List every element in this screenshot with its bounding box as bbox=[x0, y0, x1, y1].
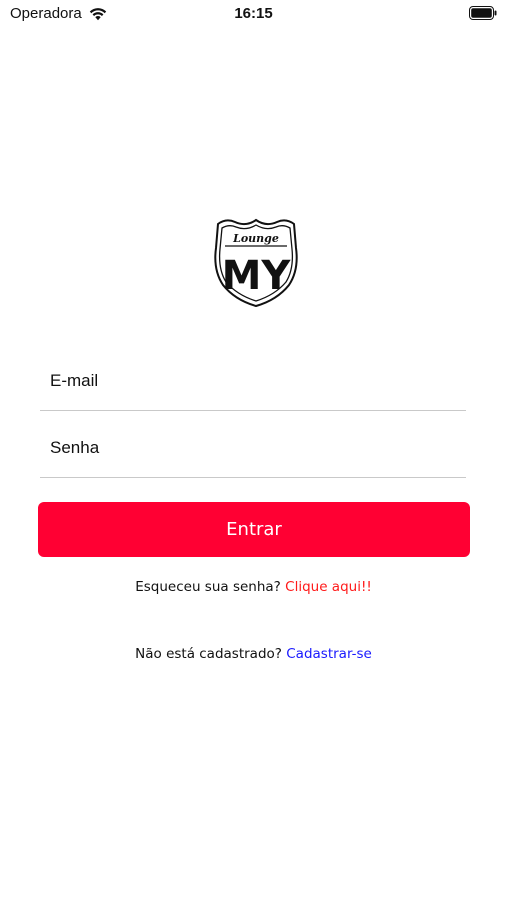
logo-my-text: MY bbox=[222, 253, 292, 299]
email-field-container bbox=[40, 350, 466, 411]
signup-link[interactable]: Cadastrar-se bbox=[286, 646, 372, 662]
battery-icon bbox=[469, 6, 497, 20]
status-time: 16:15 bbox=[234, 5, 273, 22]
status-bar: Operadora 16:15 bbox=[0, 0, 507, 28]
forgot-password-line: Esqueceu sua senha? Clique aqui!! bbox=[0, 579, 507, 595]
my-lounge-logo: Lounge MY bbox=[214, 218, 298, 308]
forgot-password-text: Esqueceu sua senha? bbox=[135, 579, 281, 595]
forgot-password-link[interactable]: Clique aqui!! bbox=[285, 579, 372, 595]
password-input[interactable] bbox=[40, 419, 466, 477]
password-field-container bbox=[40, 417, 466, 478]
login-button[interactable]: Entrar bbox=[38, 502, 470, 557]
logo-lounge-text: Lounge bbox=[232, 232, 279, 245]
signup-text: Não está cadastrado? bbox=[135, 646, 282, 662]
signup-line: Não está cadastrado? Cadastrar-se bbox=[0, 646, 507, 662]
email-input[interactable] bbox=[40, 352, 466, 410]
